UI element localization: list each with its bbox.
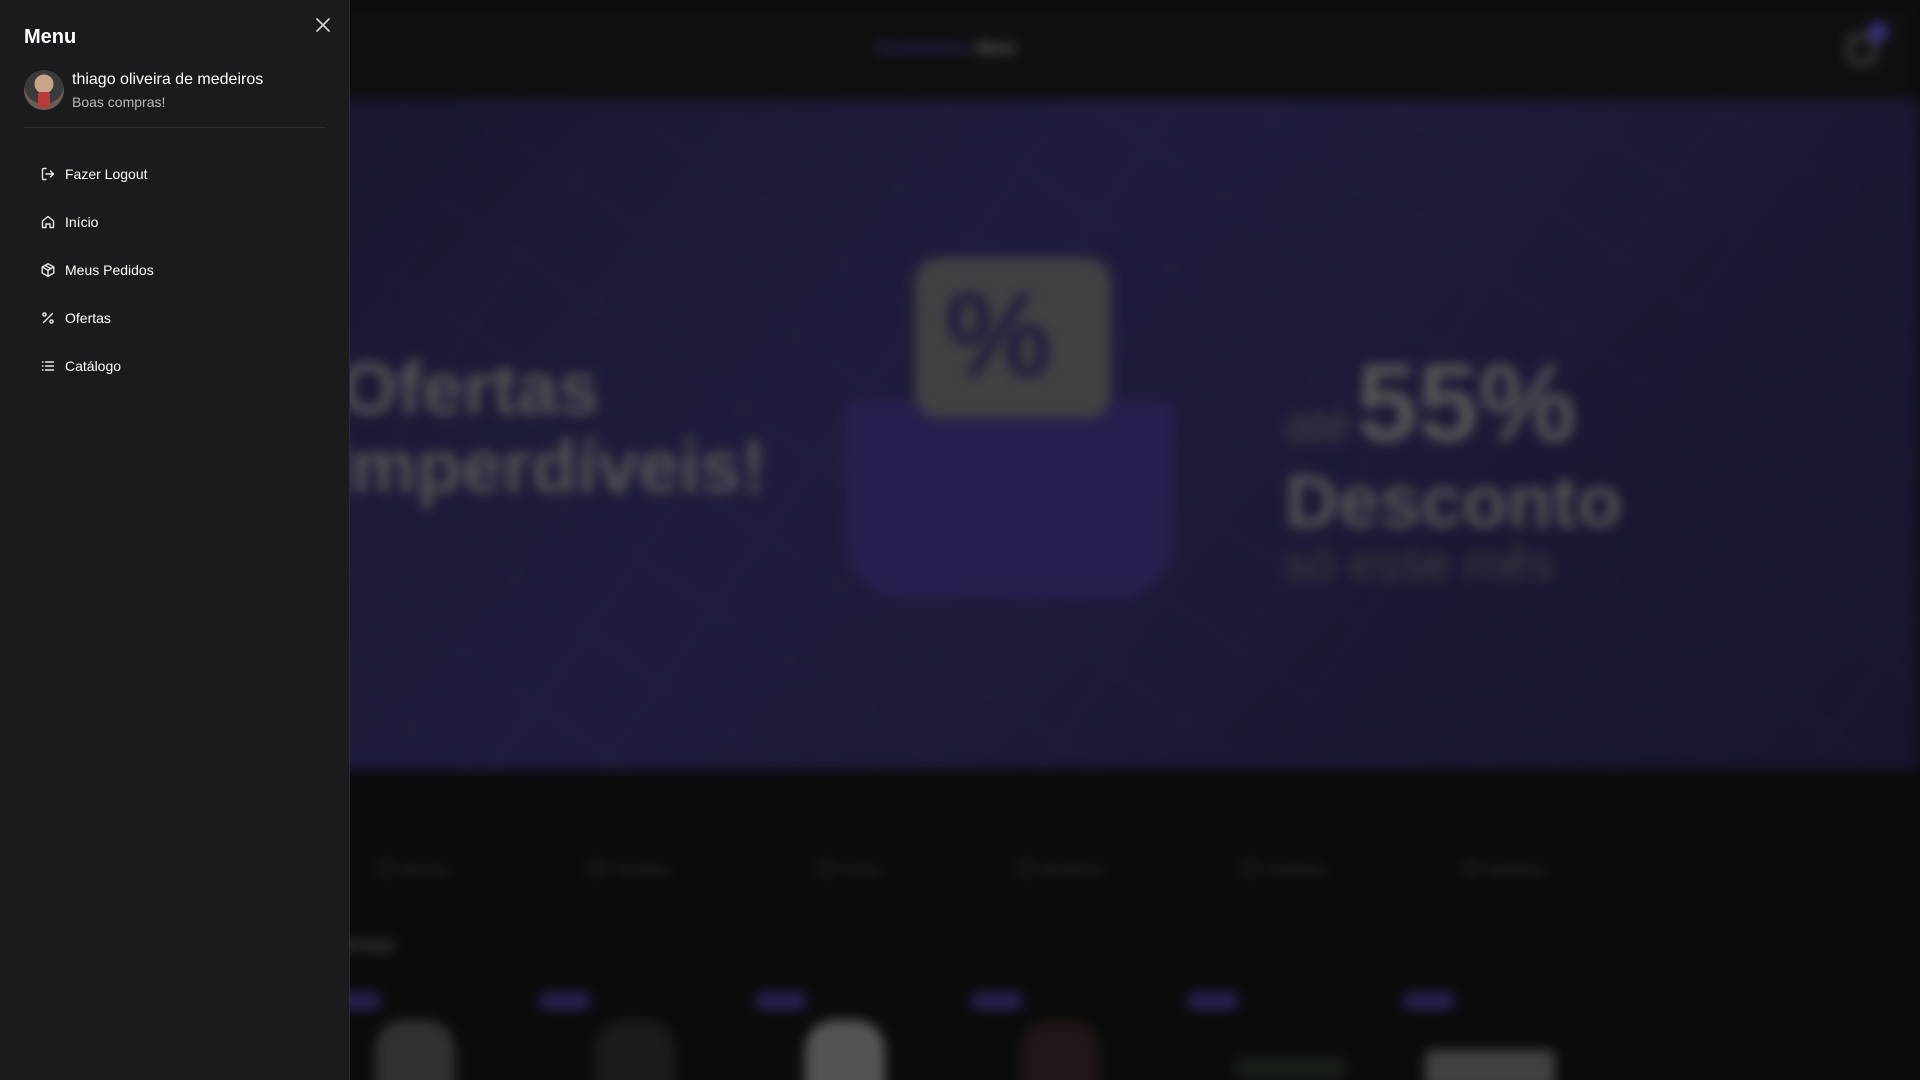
home-icon [40,214,56,230]
close-icon [316,18,330,32]
close-button[interactable] [314,16,332,34]
menu-item-label: Ofertas [65,310,111,326]
user-profile: thiago oliveira de medeiros Boas compras… [24,70,326,128]
drawer-menu: Fazer Logout Início Meus Pedidos Ofertas… [30,150,326,390]
percent-icon [40,310,56,326]
menu-item-offers[interactable]: Ofertas [30,294,326,342]
user-greeting: Boas compras! [72,94,166,110]
package-icon [40,262,56,278]
side-menu-drawer: Menu thiago oliveira de medeiros Boas co… [0,0,350,1080]
menu-item-label: Catálogo [65,358,122,374]
menu-item-label: Início [65,214,99,230]
menu-item-logout[interactable]: Fazer Logout [30,150,326,198]
menu-item-catalog[interactable]: Catálogo [30,342,326,390]
menu-item-orders[interactable]: Meus Pedidos [30,246,326,294]
menu-item-label: Meus Pedidos [65,262,154,278]
list-icon [40,358,56,374]
logout-icon [40,166,56,182]
user-name: thiago oliveira de medeiros [72,71,264,88]
menu-item-home[interactable]: Início [30,198,326,246]
menu-item-label: Fazer Logout [65,166,148,182]
divider [24,127,326,128]
drawer-title: Menu [24,26,77,48]
avatar [24,70,64,110]
